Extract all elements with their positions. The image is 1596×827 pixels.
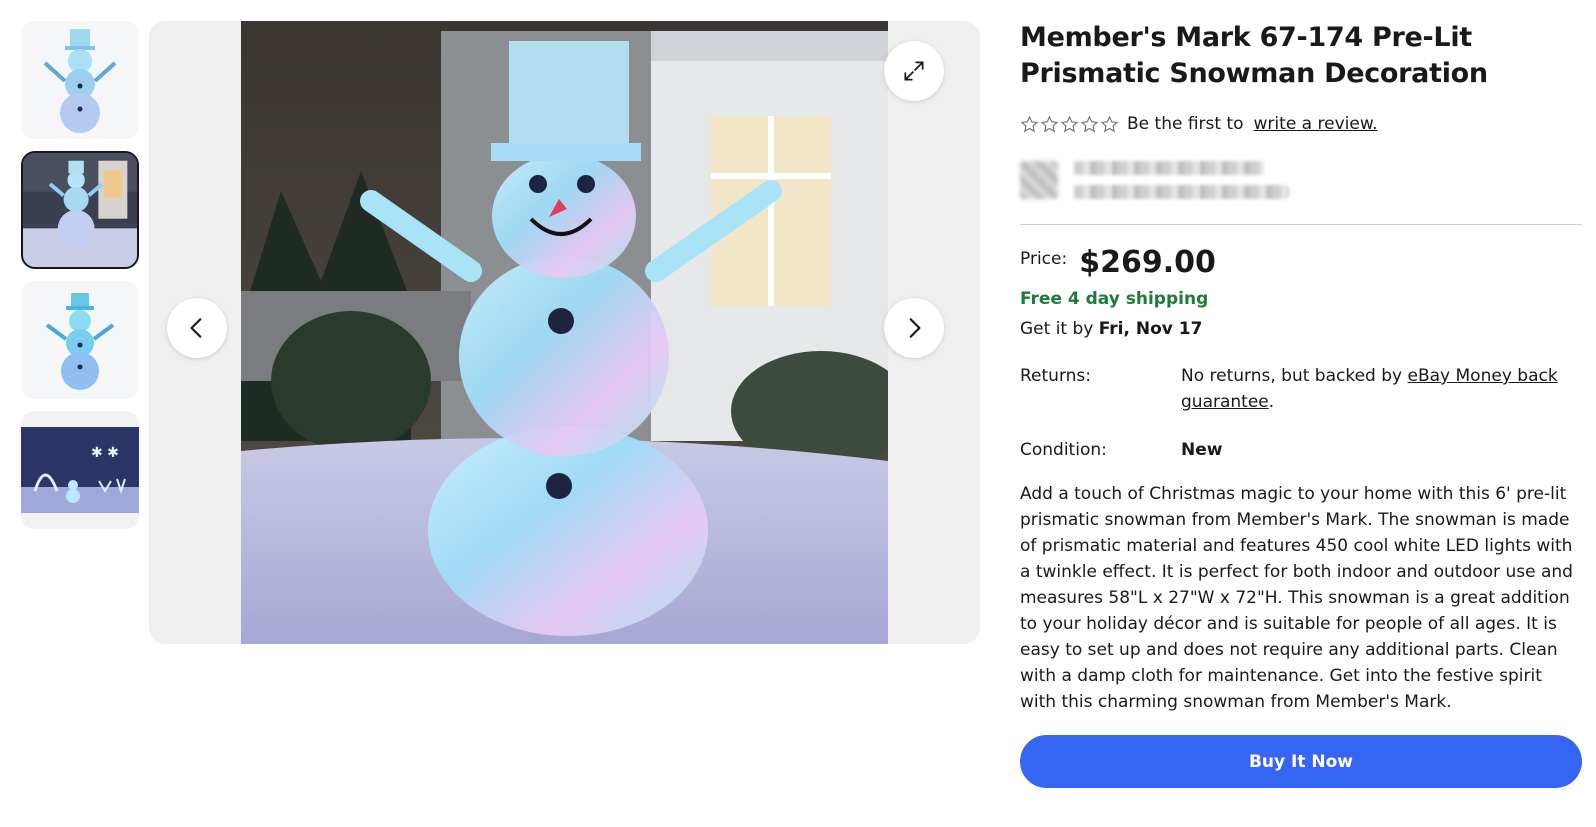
rating-row: Be the first to write a review. xyxy=(1020,114,1582,134)
seller-avatar xyxy=(1020,161,1058,199)
thumbnail-4[interactable]: ✱ ✱ xyxy=(21,411,139,529)
condition-label: Condition: xyxy=(1020,440,1107,460)
delivery-prefix: Get it by xyxy=(1020,319,1094,339)
write-review-link[interactable]: write a review. xyxy=(1254,114,1378,134)
star-outline-icon xyxy=(1080,115,1099,132)
thumbnail-3-image xyxy=(21,281,139,399)
thumbnail-strip: ✱ ✱ xyxy=(21,21,139,541)
delivery-estimate: Get it by Fri, Nov 17 xyxy=(1020,319,1582,339)
thumbnail-1[interactable] xyxy=(21,21,139,139)
thumbnail-4-image: ✱ ✱ xyxy=(21,411,139,529)
divider xyxy=(1020,224,1582,225)
thumbnail-2-image xyxy=(23,153,137,267)
star-rating xyxy=(1020,115,1119,134)
product-description: Add a touch of Christmas magic to your h… xyxy=(1020,484,1573,712)
seller-name-redacted xyxy=(1074,161,1264,175)
condition-value: New xyxy=(1181,440,1223,460)
delivery-date: Fri, Nov 17 xyxy=(1098,319,1203,339)
returns-label: Returns: xyxy=(1020,366,1091,386)
star-outline-icon xyxy=(1060,115,1079,132)
price-row: Price: $269.00 xyxy=(1020,247,1582,279)
returns-value: No returns, but backed by eBay Money bac… xyxy=(1181,363,1582,415)
buy-it-now-button[interactable]: Buy It Now xyxy=(1020,735,1582,788)
price-value: $269.00 xyxy=(1079,245,1216,280)
shipping-text: Free 4 day shipping xyxy=(1020,289,1209,309)
svg-text:✱ ✱: ✱ ✱ xyxy=(91,445,119,461)
chevron-right-icon xyxy=(909,318,921,338)
seller-info-redacted xyxy=(1020,154,1582,206)
expand-button[interactable] xyxy=(884,41,944,101)
main-image-viewer xyxy=(149,21,980,644)
expand-icon xyxy=(904,61,924,81)
product-photo xyxy=(241,21,888,644)
star-outline-icon xyxy=(1020,115,1039,132)
star-outline-icon xyxy=(1100,115,1119,132)
returns-suffix: . xyxy=(1268,392,1275,412)
price-label: Price: xyxy=(1020,249,1068,269)
previous-image-button[interactable] xyxy=(167,298,227,358)
returns-row: Returns: No returns, but backed by eBay … xyxy=(1020,363,1582,415)
product-details: Member's Mark 67-174 Pre-Lit Prismatic S… xyxy=(1020,20,1582,788)
returns-text: No returns, but backed by xyxy=(1181,366,1403,386)
thumbnail-1-image xyxy=(21,21,139,139)
thumbnail-2[interactable] xyxy=(21,151,139,269)
condition-row: Condition: New xyxy=(1020,437,1582,463)
product-title: Member's Mark 67-174 Pre-Lit Prismatic S… xyxy=(1020,22,1488,89)
thumbnail-3[interactable] xyxy=(21,281,139,399)
star-outline-icon xyxy=(1040,115,1059,132)
rating-prompt: Be the first to xyxy=(1127,114,1244,134)
seller-feedback-redacted xyxy=(1074,185,1289,199)
chevron-left-icon xyxy=(190,318,202,338)
next-image-button[interactable] xyxy=(884,298,944,358)
